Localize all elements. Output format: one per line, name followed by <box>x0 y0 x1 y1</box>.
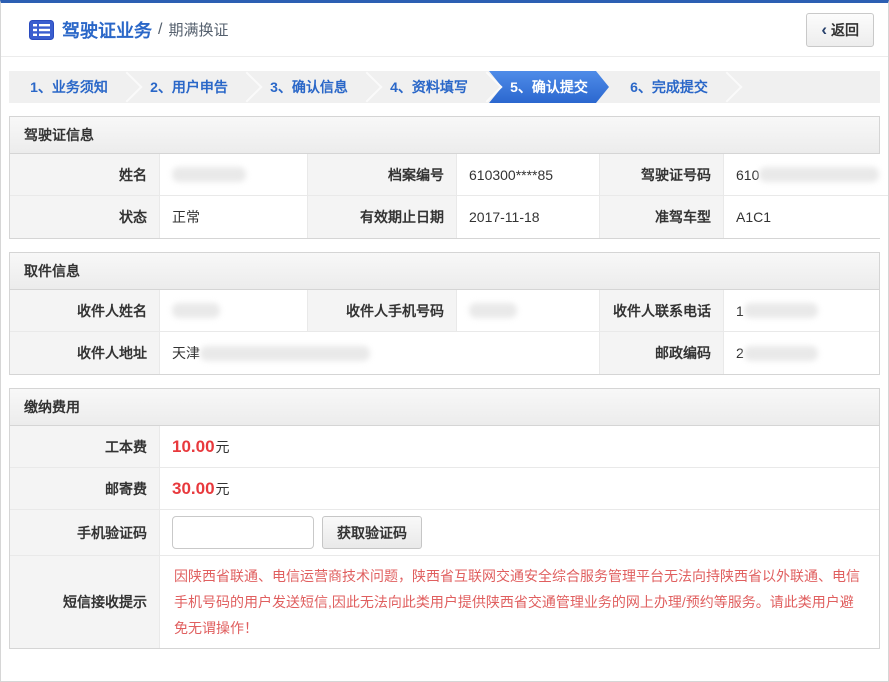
section-title: 取件信息 <box>10 253 879 290</box>
page-title: 驾驶证业务 <box>62 17 152 43</box>
section-license-info: 驾驶证信息 姓名 档案编号 610300****85 驾驶证号码 610 〈 状… <box>9 116 880 239</box>
field-label-production-fee: 工本费 <box>10 426 160 468</box>
redacted-value <box>172 167 246 182</box>
production-fee-amount: 10.00 <box>172 437 215 457</box>
license-info-table: 姓名 档案编号 610300****85 驾驶证号码 610 〈 状态 正常 有… <box>10 154 879 238</box>
section-payment: 缴纳费用 工本费 10.00 元 邮寄费 30.00 元 手机验证码 获取验证码… <box>9 388 880 649</box>
header: 驾驶证业务 / 期满换证 ‹ 返回 <box>1 3 888 57</box>
step-label: 1、业务须知 <box>30 77 108 97</box>
sms-code-input[interactable] <box>172 516 314 549</box>
step-label: 5、确认提交 <box>510 77 588 97</box>
field-value-postage-fee: 30.00 元 <box>160 468 879 510</box>
postal-prefix: 2 <box>736 345 744 361</box>
step-5-confirm-submit-active: 5、确认提交 <box>489 71 609 103</box>
phone-prefix: 1 <box>736 303 744 319</box>
step-1-business-notes: 1、业务须知 <box>9 71 129 103</box>
field-label-vehicle-class: 准驾车型 <box>600 196 724 238</box>
field-label-name: 姓名 <box>10 154 160 196</box>
field-label-valid-until: 有效期止日期 <box>308 196 457 238</box>
step-wizard: 1、业务须知 2、用户申告 3、确认信息 4、资料填写 5、确认提交 6、完成提… <box>9 71 880 103</box>
redacted-value <box>759 167 879 182</box>
field-label-recipient-phone: 收件人联系电话 <box>600 290 724 332</box>
license-no-prefix: 610 <box>736 167 759 183</box>
step-label: 3、确认信息 <box>270 77 348 97</box>
section-title: 缴纳费用 <box>10 389 879 426</box>
sms-notice-cell: 因陕西省联通、电信运营商技术问题，陕西省互联网交通安全综合服务管理平台无法向持陕… <box>160 556 879 648</box>
field-value-postal-code: 2 <box>724 332 879 374</box>
chevron-left-icon: ‹ <box>821 21 827 38</box>
field-label-postal-code: 邮政编码 <box>600 332 724 374</box>
section-title: 驾驶证信息 <box>10 117 879 154</box>
field-label-postage-fee: 邮寄费 <box>10 468 160 510</box>
page: 驾驶证业务 / 期满换证 ‹ 返回 1、业务须知 2、用户申告 3、确认信息 4… <box>0 0 889 682</box>
fee-unit: 元 <box>216 437 230 457</box>
step-4-fill-data: 4、资料填写 <box>369 71 489 103</box>
get-sms-code-button[interactable]: 获取验证码 <box>322 516 422 549</box>
form-list-icon <box>29 20 54 40</box>
back-button[interactable]: ‹ 返回 <box>806 13 874 47</box>
field-value-name <box>160 154 308 196</box>
field-label-file-no: 档案编号 <box>308 154 457 196</box>
step-3-confirm-info: 3、确认信息 <box>249 71 369 103</box>
redacted-value <box>469 303 517 318</box>
payment-table: 工本费 10.00 元 邮寄费 30.00 元 手机验证码 获取验证码 短信接收… <box>10 426 879 648</box>
field-label-status: 状态 <box>10 196 160 238</box>
sms-code-row: 获取验证码 <box>160 510 879 556</box>
field-value-recipient-address: 天津 <box>160 332 600 374</box>
redacted-value <box>200 346 370 361</box>
postage-fee-amount: 30.00 <box>172 479 215 499</box>
field-label-recipient-address: 收件人地址 <box>10 332 160 374</box>
pickup-info-table: 收件人姓名 收件人手机号码 收件人联系电话 1 收件人地址 天津 邮政编码 2 <box>10 290 879 374</box>
field-value-license-no: 610 〈 <box>724 154 889 196</box>
field-value-status: 正常 <box>160 196 308 238</box>
sms-notice-text: 因陕西省联通、电信运营商技术问题，陕西省互联网交通安全综合服务管理平台无法向持陕… <box>174 568 860 636</box>
back-button-label: 返回 <box>831 20 859 40</box>
field-value-recipient-phone: 1 <box>724 290 879 332</box>
step-label: 2、用户申告 <box>150 77 228 97</box>
breadcrumb-separator: / <box>158 21 162 39</box>
redacted-value <box>744 346 818 361</box>
field-label-sms-code: 手机验证码 <box>10 510 160 556</box>
field-value-recipient-name <box>160 290 308 332</box>
address-prefix: 天津 <box>172 343 200 363</box>
field-value-recipient-mobile <box>457 290 600 332</box>
field-label-recipient-name: 收件人姓名 <box>10 290 160 332</box>
step-label: 4、资料填写 <box>390 77 468 97</box>
field-value-valid-until: 2017-11-18 <box>457 196 600 238</box>
step-6-finish-submit: 6、完成提交 <box>609 71 729 103</box>
breadcrumb-current: 期满换证 <box>168 19 228 40</box>
step-label: 6、完成提交 <box>630 77 708 97</box>
field-label-recipient-mobile: 收件人手机号码 <box>308 290 457 332</box>
license-no-suffix: 〈 <box>881 165 889 185</box>
field-value-file-no: 610300****85 <box>457 154 600 196</box>
step-2-user-declaration: 2、用户申告 <box>129 71 249 103</box>
redacted-value <box>744 303 818 318</box>
field-label-license-no: 驾驶证号码 <box>600 154 724 196</box>
section-pickup-info: 取件信息 收件人姓名 收件人手机号码 收件人联系电话 1 收件人地址 天津 邮政… <box>9 252 880 375</box>
field-label-sms-notice: 短信接收提示 <box>10 556 160 648</box>
fee-unit: 元 <box>216 479 230 499</box>
redacted-value <box>172 303 220 318</box>
field-value-production-fee: 10.00 元 <box>160 426 879 468</box>
field-value-vehicle-class: A1C1 <box>724 196 889 238</box>
